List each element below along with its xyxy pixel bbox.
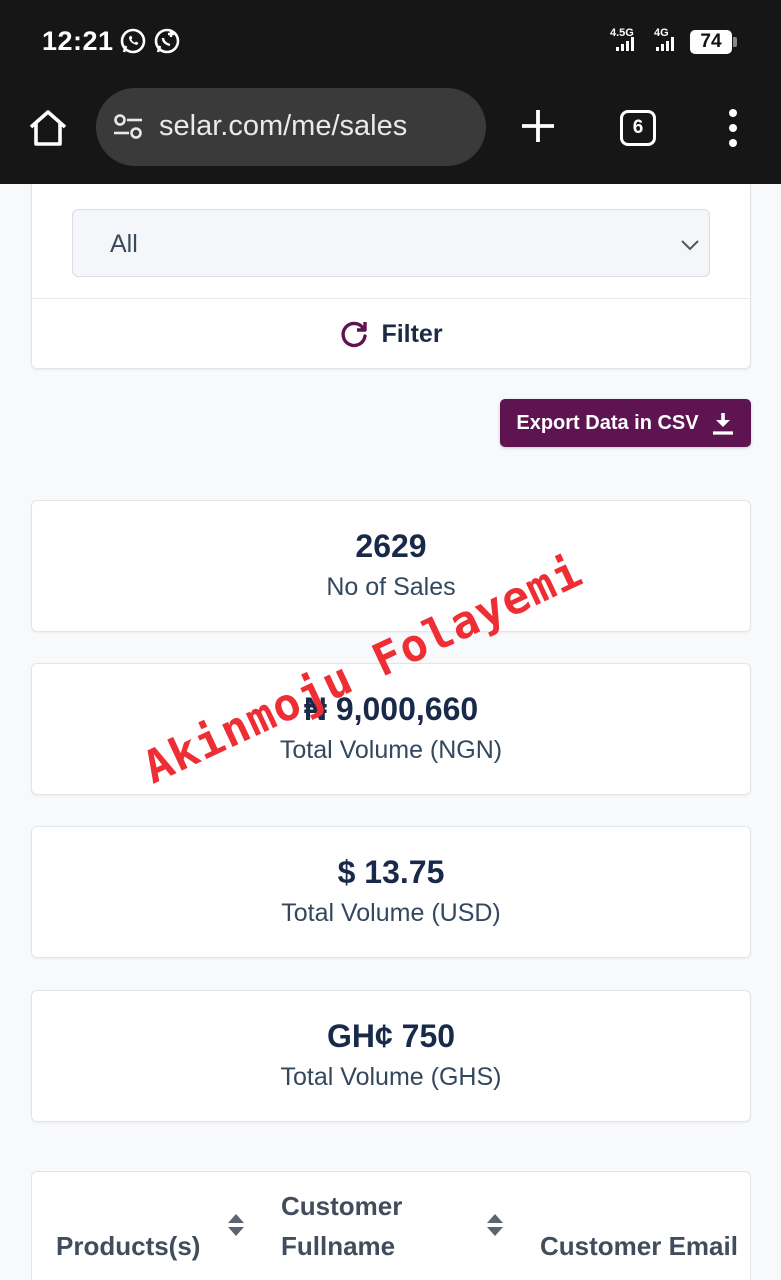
address-bar[interactable]: selar.com/me/sales [96, 88, 486, 166]
signal-bars-1-icon [616, 37, 634, 51]
column-header-email[interactable]: Customer Email [540, 1226, 738, 1266]
whatsapp-business-icon [154, 28, 180, 54]
stat-card-ghs: GH¢ 750 Total Volume (GHS) [31, 990, 751, 1122]
sort-icon[interactable] [226, 1212, 246, 1238]
stat-card-sales: 2629 No of Sales [31, 500, 751, 632]
stat-label: Total Volume (USD) [281, 899, 501, 927]
filter-label: Filter [381, 319, 443, 348]
sales-table: Products(s) Customer Fullname Customer E… [31, 1171, 751, 1280]
home-icon[interactable] [26, 106, 70, 150]
stat-label: Total Volume (NGN) [279, 736, 503, 764]
tab-switcher-button[interactable]: 6 [620, 110, 656, 146]
battery-indicator: 74 [690, 30, 737, 54]
column-header-fullname-line1[interactable]: Customer [281, 1186, 402, 1226]
filter-card: All Filter [31, 184, 751, 369]
refresh-icon [341, 321, 368, 348]
filter-button[interactable]: Filter [32, 299, 750, 369]
signal-bars-2-icon [656, 37, 674, 51]
whatsapp-icon [120, 28, 146, 54]
stat-value: 2629 [355, 528, 427, 564]
more-vert-icon[interactable] [722, 108, 744, 148]
download-icon [712, 413, 733, 435]
column-header-products[interactable]: Products(s) [56, 1226, 200, 1266]
export-csv-button[interactable]: Export Data in CSV [500, 399, 751, 447]
stat-value: ₦ 9,000,660 [303, 691, 479, 727]
stat-label: Total Volume (GHS) [280, 1063, 502, 1091]
site-settings-icon[interactable] [112, 111, 144, 143]
url-text: selar.com/me/sales [159, 110, 408, 142]
status-time: 12:21 [42, 26, 114, 56]
column-header-fullname-line2[interactable]: Fullname [281, 1226, 395, 1266]
status-bar: 12:21 4.5G 4G 74 [0, 0, 781, 86]
select-value: All [110, 230, 138, 258]
stat-value: $ 13.75 [337, 854, 445, 890]
export-label: Export Data in CSV [516, 411, 699, 434]
chevron-down-icon [681, 240, 699, 251]
browser-toolbar: selar.com/me/sales 6 [0, 86, 781, 184]
plus-icon[interactable] [518, 106, 558, 146]
stat-card-usd: $ 13.75 Total Volume (USD) [31, 826, 751, 958]
sort-icon[interactable] [485, 1212, 505, 1238]
stat-value: GH¢ 750 [326, 1018, 456, 1054]
stat-card-ngn: ₦ 9,000,660 Total Volume (NGN) [31, 663, 751, 795]
status-select[interactable]: All [72, 209, 710, 277]
stat-label: No of Sales [326, 573, 456, 601]
